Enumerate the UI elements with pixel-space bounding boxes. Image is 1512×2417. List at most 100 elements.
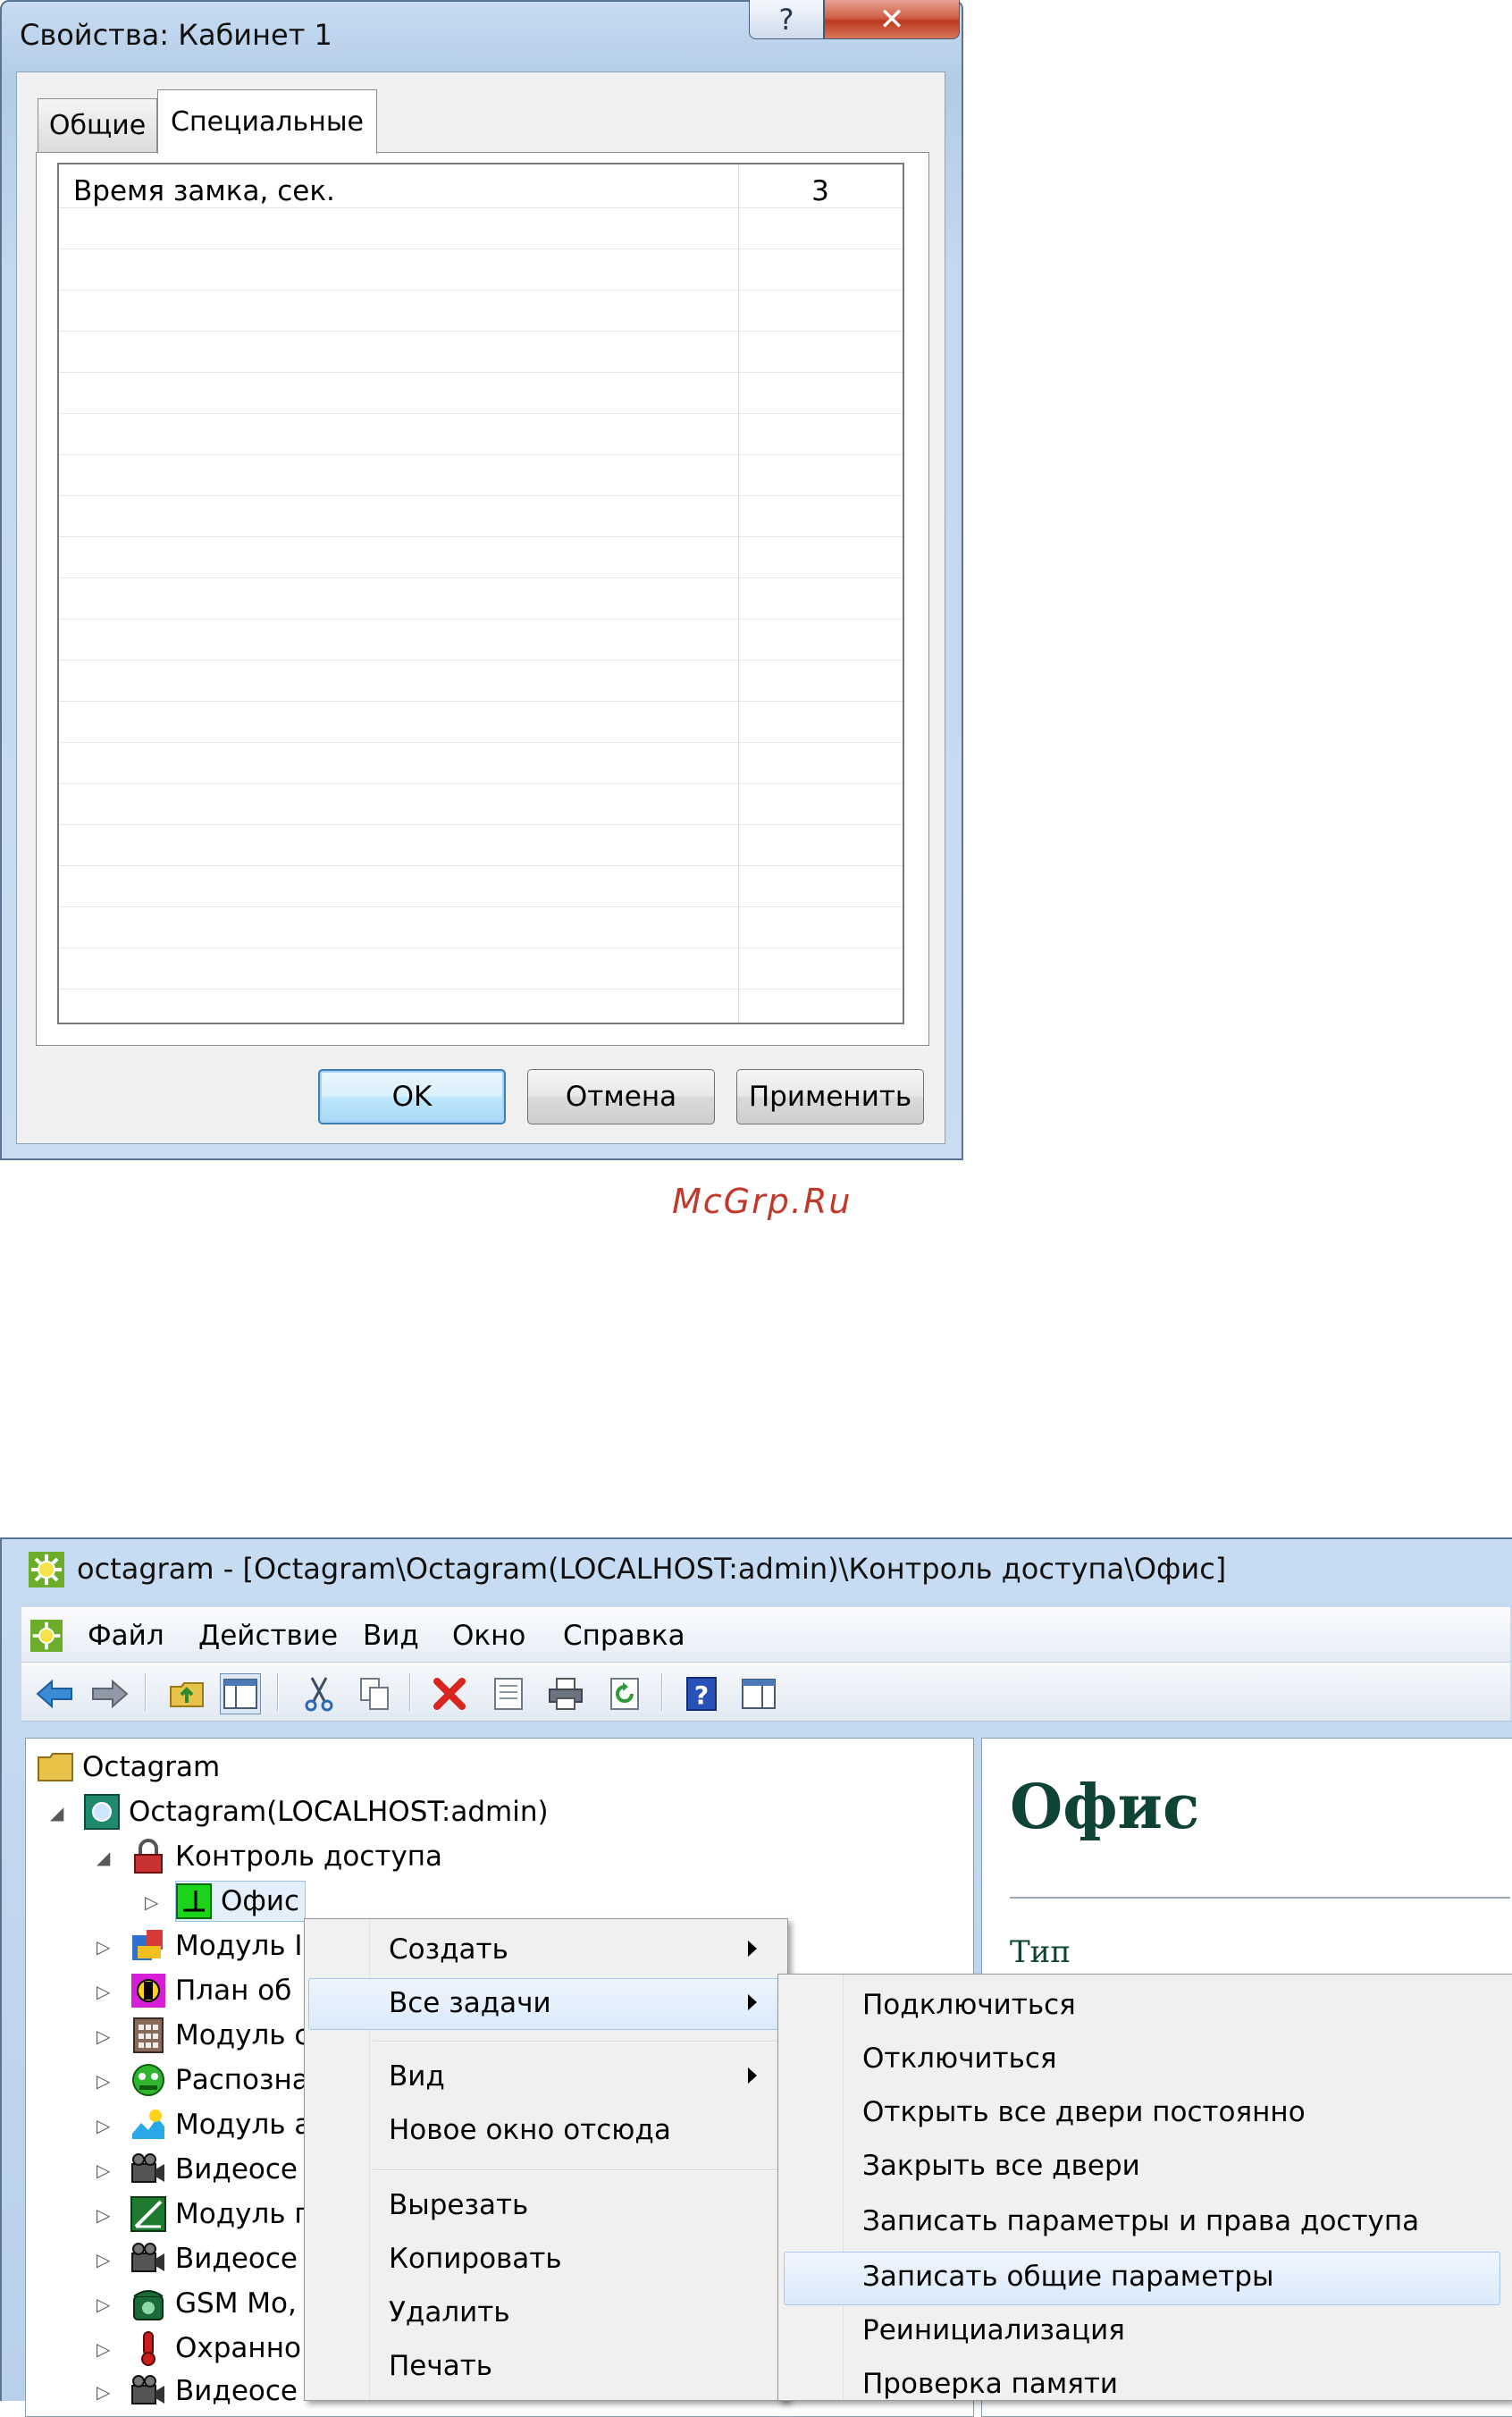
collapsed-arrow-icon[interactable]: ▷ <box>97 2115 110 2136</box>
menu-view[interactable]: Вид <box>363 1620 419 1652</box>
tree-node-alarm-module[interactable]: Модуль а <box>130 2104 311 2145</box>
submenu-item-disconnect[interactable]: Отключиться <box>862 2042 1057 2075</box>
back-arrow-icon[interactable] <box>34 1673 75 1714</box>
collapsed-arrow-icon[interactable]: ▷ <box>97 2294 110 2315</box>
toolbar-separator <box>145 1673 147 1711</box>
tab-general[interactable]: Общие <box>38 98 157 152</box>
collapsed-arrow-icon[interactable]: ▷ <box>97 2160 110 2181</box>
tree-node-module-keypad[interactable]: Модуль с <box>130 2015 309 2056</box>
tab-special[interactable]: Специальные <box>157 89 377 154</box>
alarm-module-icon <box>130 2107 166 2143</box>
ok-button[interactable]: OK <box>318 1069 506 1124</box>
empty-grid-row <box>59 701 903 743</box>
collapsed-arrow-icon[interactable]: ▷ <box>97 2204 110 2226</box>
submenu-item-connect[interactable]: Подключиться <box>862 1989 1076 2021</box>
tree-node-label: Видеосе <box>175 2375 298 2407</box>
submenu-item-write-params-access[interactable]: Записать параметры и права доступа <box>862 2205 1419 2237</box>
keypad-icon <box>130 2017 166 2053</box>
app-gear-icon <box>29 1552 64 1587</box>
cancel-button[interactable]: Отмена <box>527 1069 715 1124</box>
tree-node-office[interactable]: Офис <box>175 1881 307 1922</box>
tree-node-video-1[interactable]: Видеосе <box>130 2149 298 2190</box>
submenu-item-reinitialize[interactable]: Реинициализация <box>862 2314 1125 2346</box>
submenu-item-open-all-doors[interactable]: Открыть все двери постоянно <box>862 2096 1306 2128</box>
menu-item-view[interactable]: Вид <box>389 2060 445 2093</box>
module-icon <box>130 1928 166 1964</box>
property-row[interactable]: Время замка, сек. 3 <box>59 164 903 208</box>
property-grid: Время замка, сек. 3 <box>57 163 904 1024</box>
tree-node-label: Модуль с <box>175 2019 310 2051</box>
tree-node-security[interactable]: Охранно <box>130 2328 301 2369</box>
help-icon[interactable]: ? <box>681 1673 722 1714</box>
menu-window[interactable]: Окно <box>452 1620 525 1652</box>
result-pane-divider <box>1010 1897 1510 1899</box>
menu-item-delete[interactable]: Удалить <box>389 2296 510 2329</box>
tree-node-gsm[interactable]: GSM Мо, <box>130 2283 297 2324</box>
print-icon[interactable] <box>545 1673 586 1714</box>
menu-item-new-window[interactable]: Новое окно отсюда <box>389 2114 671 2146</box>
forward-arrow-icon[interactable] <box>89 1673 130 1714</box>
menu-app-icon[interactable] <box>30 1620 63 1652</box>
submenu-item-memory-check[interactable]: Проверка памяти <box>862 2368 1118 2400</box>
collapsed-arrow-icon[interactable]: ▷ <box>97 1981 110 2002</box>
tree-node-access-control[interactable]: Контроль доступа <box>130 1836 442 1877</box>
tree-node-plan[interactable]: План об <box>130 1970 291 2011</box>
tree-node-label: GSM Мо, <box>175 2287 297 2320</box>
tree-node-label: Видеосе <box>175 2153 298 2185</box>
tree-node-server[interactable]: Octagram(LOCALHOST:admin) <box>84 1791 549 1832</box>
cut-icon[interactable] <box>298 1673 340 1714</box>
tree-node-octagram-root[interactable]: Octagram <box>38 1747 220 1788</box>
phone-icon <box>130 2286 166 2321</box>
property-value[interactable]: 3 <box>738 175 903 207</box>
submenu-item-write-common-params[interactable]: Записать общие параметры <box>862 2261 1273 2293</box>
menu-item-cut[interactable]: Вырезать <box>389 2189 528 2221</box>
result-pane-heading: Офис <box>1010 1772 1200 1843</box>
copy-icon[interactable] <box>354 1673 395 1714</box>
folder-icon <box>38 1749 73 1785</box>
expanded-arrow-icon[interactable]: ◢ <box>50 1802 63 1823</box>
tree-node-video-3[interactable]: Видеосе <box>130 2371 298 2412</box>
empty-grid-row <box>59 454 903 496</box>
collapsed-arrow-icon[interactable]: ▷ <box>97 2025 110 2047</box>
collapsed-arrow-icon[interactable]: ▷ <box>97 2249 110 2270</box>
empty-grid-row <box>59 290 903 332</box>
up-folder-icon[interactable] <box>166 1673 207 1714</box>
collapsed-arrow-icon[interactable]: ▷ <box>145 1891 158 1913</box>
menu-action[interactable]: Действие <box>198 1620 338 1652</box>
help-button[interactable]: ? <box>749 0 824 39</box>
menu-help[interactable]: Справка <box>563 1620 685 1652</box>
properties-icon[interactable] <box>488 1673 529 1714</box>
menu-item-copy[interactable]: Копировать <box>389 2243 562 2275</box>
chart-module-icon <box>130 2196 166 2232</box>
dialog-title: Свойства: Кабинет 1 <box>20 18 332 52</box>
tree-node-module-1[interactable]: Модуль I <box>130 1925 303 1966</box>
tree-node-video-2[interactable]: Видеосе <box>130 2238 298 2279</box>
svg-text:?: ? <box>694 1680 709 1710</box>
apply-button[interactable]: Применить <box>736 1069 924 1124</box>
tree-node-recognition[interactable]: Распозна <box>130 2059 309 2101</box>
collapsed-arrow-icon[interactable]: ▷ <box>97 2381 110 2403</box>
watermark-text: McGrp.Ru <box>672 1182 853 1221</box>
empty-grid-row <box>59 660 903 702</box>
delete-icon[interactable] <box>429 1673 470 1714</box>
tree-node-label: Модуль г <box>175 2198 309 2230</box>
help-icon: ? <box>778 2 794 37</box>
camera-icon <box>130 2152 166 2187</box>
menu-item-print[interactable]: Печать <box>389 2350 492 2382</box>
collapsed-arrow-icon[interactable]: ▷ <box>97 1936 110 1958</box>
empty-grid-row <box>59 865 903 907</box>
menu-item-create[interactable]: Создать <box>389 1933 508 1966</box>
submenu-item-close-all-doors[interactable]: Закрыть все двери <box>862 2150 1140 2182</box>
menu-file[interactable]: Файл <box>88 1620 164 1652</box>
collapsed-arrow-icon[interactable]: ▷ <box>97 2338 110 2360</box>
show-hide-tree-icon[interactable] <box>220 1673 261 1714</box>
collapsed-arrow-icon[interactable]: ▷ <box>97 2070 110 2092</box>
close-button[interactable]: ✕ <box>824 0 960 39</box>
action-pane-icon[interactable] <box>738 1673 779 1714</box>
tree-node-module-chart[interactable]: Модуль г <box>130 2194 309 2235</box>
menu-item-all-tasks[interactable]: Все задачи <box>389 1987 551 2019</box>
tree-node-label: Octagram <box>82 1751 221 1783</box>
expanded-arrow-icon[interactable]: ◢ <box>97 1847 110 1868</box>
tree-node-label: Охранно <box>175 2332 301 2364</box>
refresh-icon[interactable] <box>604 1673 645 1714</box>
